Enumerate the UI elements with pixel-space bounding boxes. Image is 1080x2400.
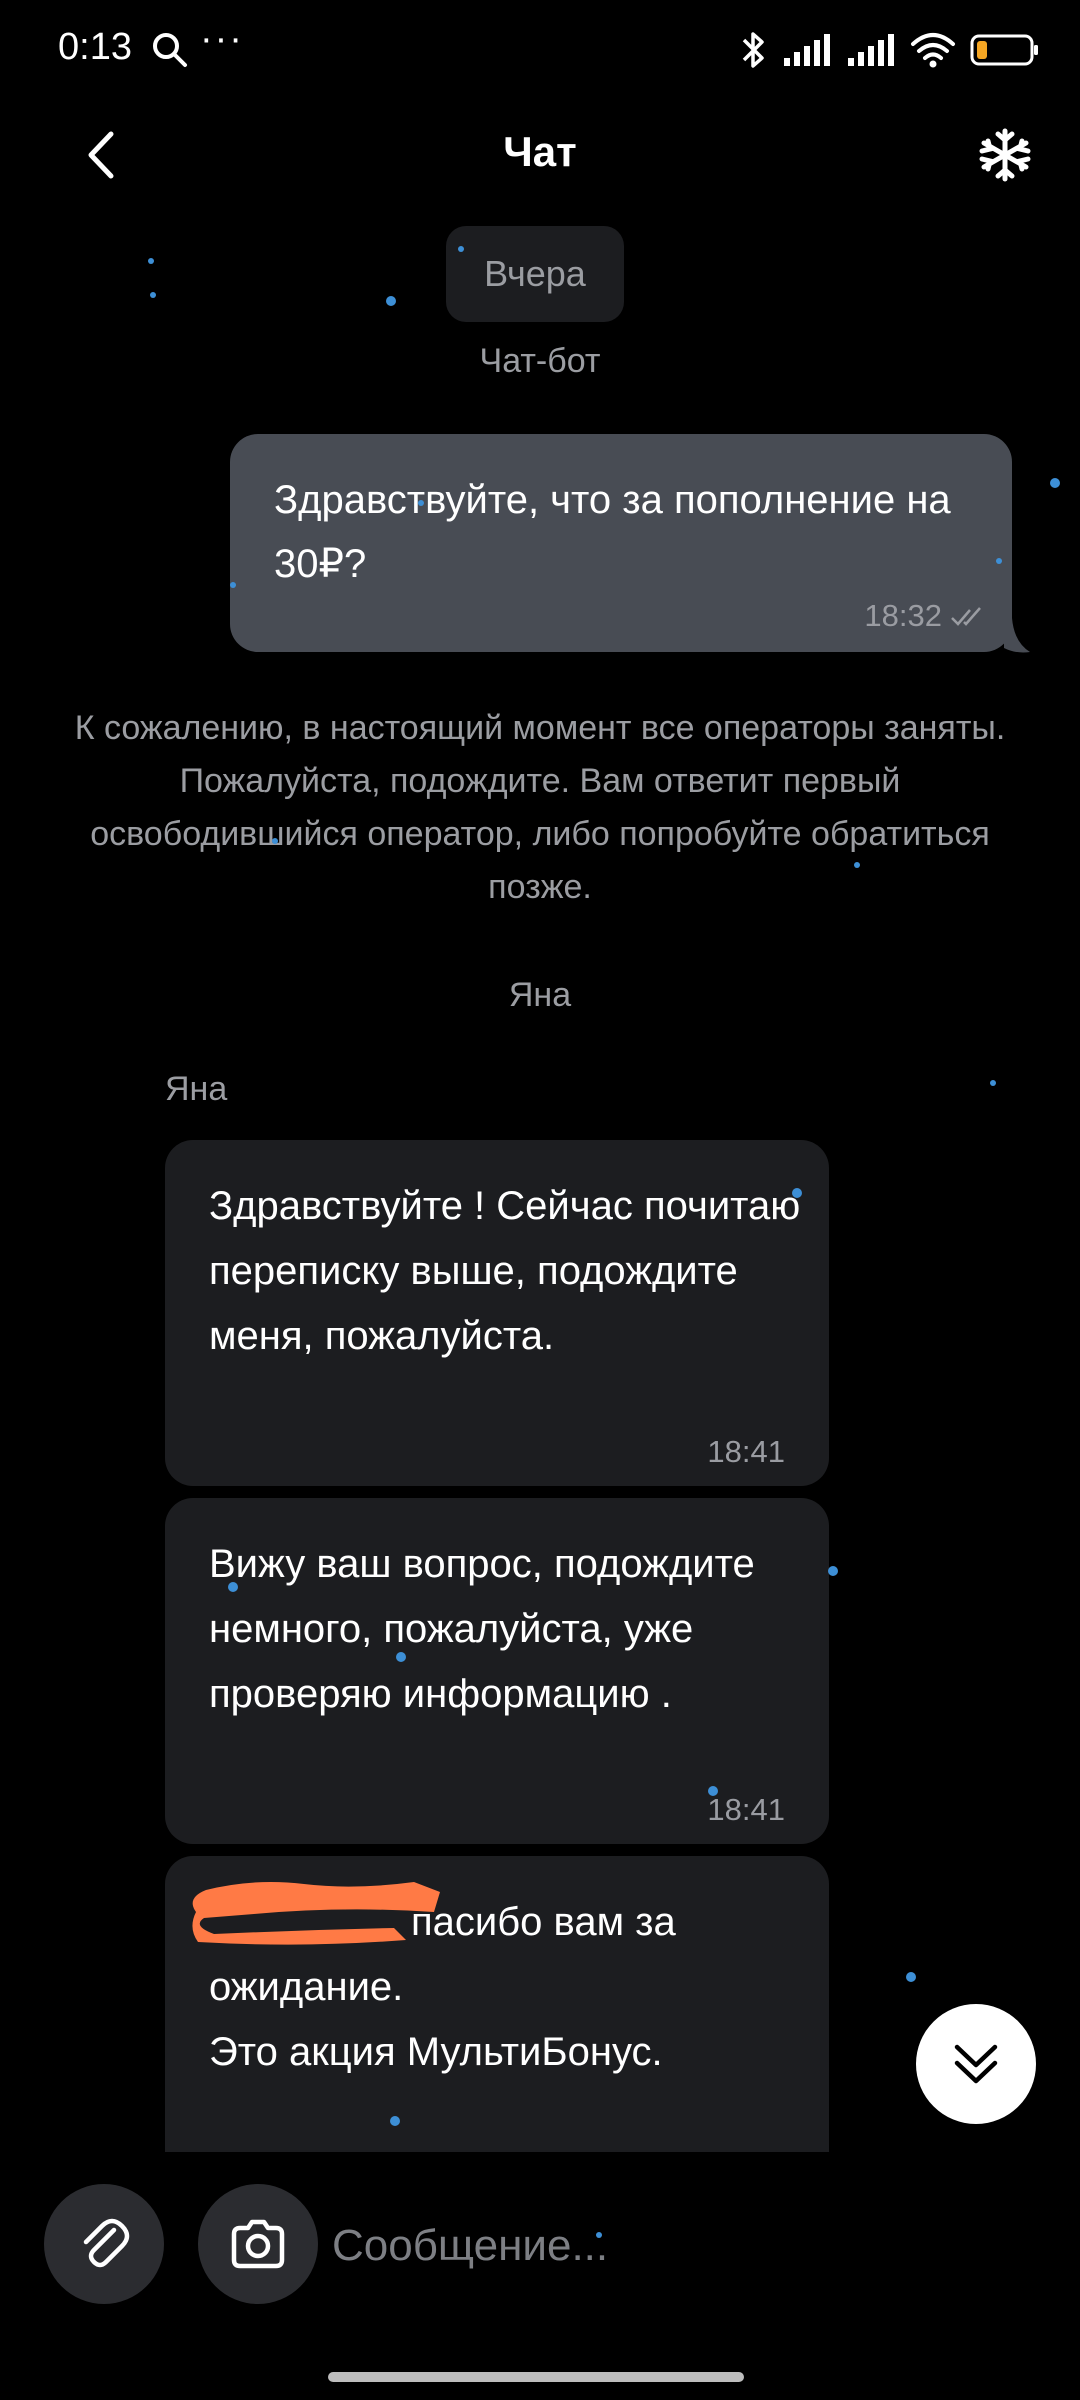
bluetooth-icon [742, 32, 764, 68]
operator-joined-label: Яна [508, 976, 572, 1014]
attach-button[interactable] [44, 2184, 164, 2304]
redaction-scribble [192, 1882, 440, 1945]
status-time: 0:13 [58, 26, 132, 68]
battery-icon [970, 34, 1038, 66]
system-message: К сожалению, в настоящий момент все опер… [74, 709, 1006, 906]
message-meta: 18:32 [864, 598, 990, 634]
scroll-to-bottom-button[interactable] [916, 2004, 1036, 2124]
signal-icon [848, 34, 894, 66]
message-input[interactable] [330, 2210, 894, 2282]
incoming-message[interactable]: Вижу ваш вопрос, подождите немного, пожа… [165, 1498, 829, 1844]
home-indicator[interactable] [328, 2372, 744, 2382]
status-more-icon: ··· [200, 18, 244, 60]
outgoing-message[interactable]: Здравствуйте, что за пополнение на 30₽? … [230, 434, 1012, 652]
bot-label: Чат-бот [479, 342, 601, 380]
date-chip: Вчера [446, 226, 624, 322]
camera-button[interactable] [198, 2184, 318, 2304]
bubble-tail [1004, 618, 1030, 653]
message-time: 18:41 [707, 1792, 785, 1827]
snowflake-button[interactable] [970, 120, 1040, 190]
wifi-icon [911, 33, 955, 68]
paperclip-icon [83, 2218, 130, 2268]
status-icons [738, 28, 1040, 72]
message-text: Здравствуйте, что за пополнение на 30₽? [274, 478, 951, 586]
incoming-message[interactable]: Здравствуйте ! Сейчас почитаю переписку … [165, 1140, 829, 1486]
message-text: Вижу ваш вопрос, подождите немного, пожа… [209, 1542, 755, 1716]
double-chevron-down-icon [954, 2044, 998, 2084]
message-time: 18:41 [707, 1434, 785, 1469]
message-text: Здравствуйте ! Сейчас почитаю переписку … [209, 1184, 801, 1358]
search-icon [153, 33, 187, 67]
page-title: Чат [503, 128, 577, 175]
double-check-icon [951, 607, 981, 626]
message-time: 18:32 [864, 598, 942, 633]
camera-icon [231, 2219, 285, 2269]
sender-name: Яна [165, 1070, 228, 1108]
snowflake-icon [979, 128, 1031, 182]
signal-icon [784, 34, 830, 66]
